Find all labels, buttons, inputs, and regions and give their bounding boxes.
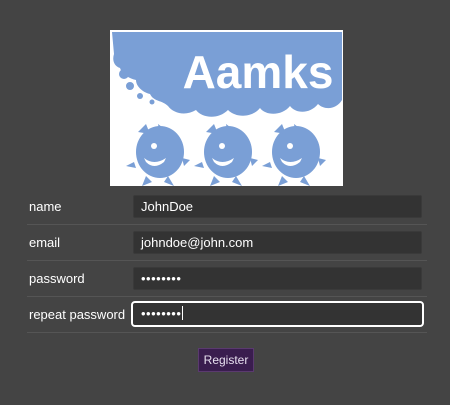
register-button[interactable]: Register: [198, 348, 254, 372]
name-row: name JohnDoe: [27, 189, 427, 225]
logo-text: Aamks: [183, 46, 334, 98]
repeat-password-value: ••••••••: [141, 306, 182, 321]
password-input[interactable]: ••••••••: [133, 267, 422, 290]
aamks-logo-icon: Aamks: [110, 30, 343, 186]
name-input[interactable]: JohnDoe: [133, 195, 422, 218]
email-input[interactable]: johndoe@john.com: [133, 231, 422, 254]
name-label: name: [29, 199, 62, 214]
text-caret: [182, 306, 184, 320]
email-row: email johndoe@john.com: [27, 225, 427, 261]
password-label: password: [29, 271, 85, 286]
repeat-password-input[interactable]: ••••••••: [131, 301, 424, 327]
password-row: password ••••••••: [27, 261, 427, 297]
repeat-password-row: repeat password ••••••••: [27, 297, 427, 333]
email-label: email: [29, 235, 61, 250]
repeat-password-label: repeat password: [29, 307, 126, 322]
register-form: name JohnDoe email johndoe@john.com pass…: [27, 189, 427, 333]
